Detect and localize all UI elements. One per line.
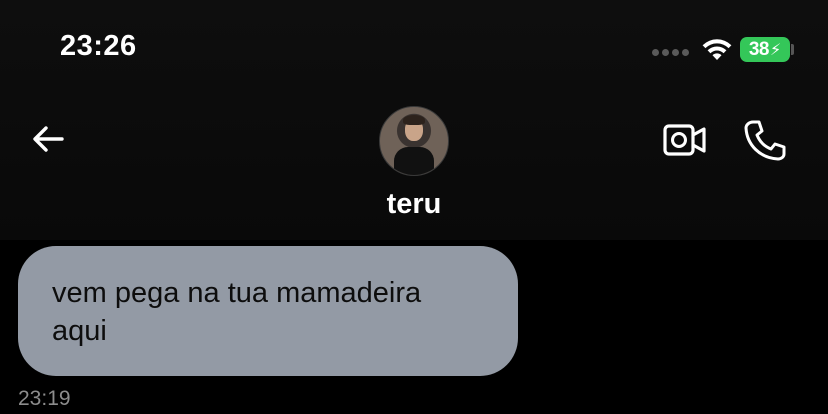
contact-name[interactable]: teru [0, 188, 828, 221]
avatar-hair [403, 115, 425, 125]
video-camera-icon[interactable] [662, 120, 708, 160]
battery-level: 38 [748, 38, 770, 60]
message-text: vem pega na tua mamadeira aqui [52, 277, 422, 347]
phone-icon[interactable] [742, 118, 786, 162]
contact-avatar[interactable] [379, 106, 449, 176]
chat-header: 23:26 38 ⚡ teru [0, 0, 828, 240]
message-timestamp: 23:19 [18, 387, 71, 410]
charging-bolt-icon: ⚡ [769, 41, 782, 59]
avatar-shirt [394, 147, 434, 175]
wifi-icon [702, 39, 732, 60]
battery-icon: 38 ⚡ [740, 37, 790, 62]
status-time: 23:26 [60, 30, 137, 62]
back-arrow-icon[interactable] [28, 118, 70, 160]
signal-dots-icon [652, 48, 690, 56]
received-message-bubble[interactable]: vem pega na tua mamadeira aqui [18, 246, 518, 376]
message-list[interactable]: vem pega na tua mamadeira aqui 23:19 [0, 240, 828, 414]
battery-tip [791, 44, 794, 55]
